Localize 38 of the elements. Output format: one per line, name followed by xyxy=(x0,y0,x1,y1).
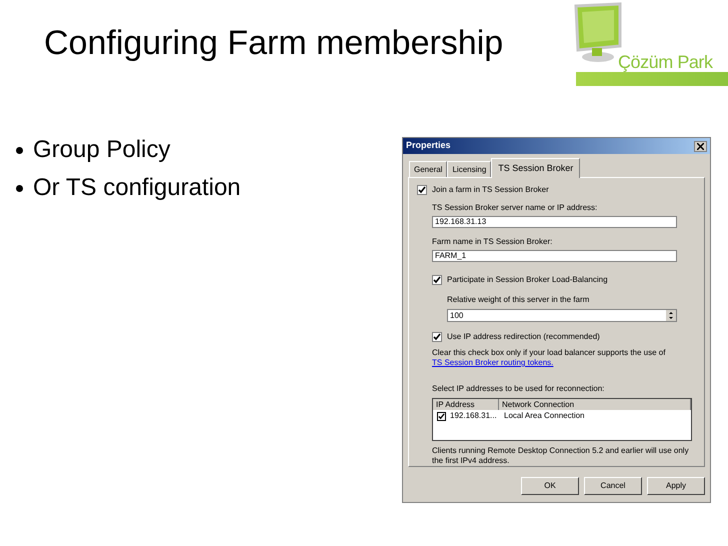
dialog-button[interactable]: Cancel xyxy=(584,477,642,495)
farm-input-field[interactable]: FARM_1 xyxy=(432,250,677,262)
field-label: Farm name in TS Session Broker: xyxy=(432,236,554,248)
field-label: Select IP addresses to be used for reconnection: xyxy=(431,383,606,395)
column-header[interactable]: IP Address xyxy=(433,399,499,410)
bullet-icon xyxy=(16,184,23,192)
close-icon xyxy=(697,142,704,150)
bullet-text: Group Policy xyxy=(33,136,170,164)
checkbox[interactable] xyxy=(432,275,442,285)
field-label: Relative weight of this server in the farm xyxy=(446,294,590,306)
checkbox-label: Use IP address redirection (recommended) xyxy=(447,331,600,343)
dialog-button[interactable]: Apply xyxy=(647,477,705,495)
table-cell-text: Local Area Connection xyxy=(503,410,584,422)
close-button[interactable] xyxy=(694,140,707,152)
logo-text: Çözüm Park xyxy=(618,51,713,74)
routing-tokens-link[interactable]: TS Session Broker routing tokens. xyxy=(432,358,554,367)
column-header[interactable]: Network Connection xyxy=(499,399,691,410)
checkbox-label: Participate in Session Broker Load-Balancing xyxy=(447,274,608,286)
bullet-text: Or TS configuration xyxy=(33,174,241,202)
table-cell-text: 192.168.31... xyxy=(449,410,498,422)
tab[interactable]: General xyxy=(409,161,448,177)
weight-spin-field[interactable]: 100 xyxy=(447,309,677,322)
tab[interactable]: TS Session Broker xyxy=(491,158,580,178)
note-text: Clear this check box only if your load balancer supports the use of TS Session Broker routing tokens. xyxy=(431,348,666,368)
dialog-title: Properties xyxy=(406,139,451,152)
weight-value: 100 xyxy=(450,310,464,322)
checkbox-label: Join a farm in TS Session Broker xyxy=(432,184,549,196)
checkbox[interactable] xyxy=(417,185,427,195)
checkbox[interactable] xyxy=(432,332,442,342)
checkbox[interactable] xyxy=(437,412,446,420)
server-input-field[interactable]: 192.168.31.13 xyxy=(432,216,677,228)
tab[interactable]: Licensing xyxy=(447,161,492,177)
dialog-button[interactable]: OK xyxy=(521,477,579,495)
field-label: TS Session Broker server name or IP address: xyxy=(432,202,598,214)
footnote-text: Clients running Remote Desktop Connection 5.2 and earlier will use only the first IPv4 address. xyxy=(431,446,690,466)
slide-title: Configuring Farm membership xyxy=(43,23,504,64)
bullet-icon xyxy=(16,146,23,154)
spin-arrows-icon xyxy=(666,310,676,321)
